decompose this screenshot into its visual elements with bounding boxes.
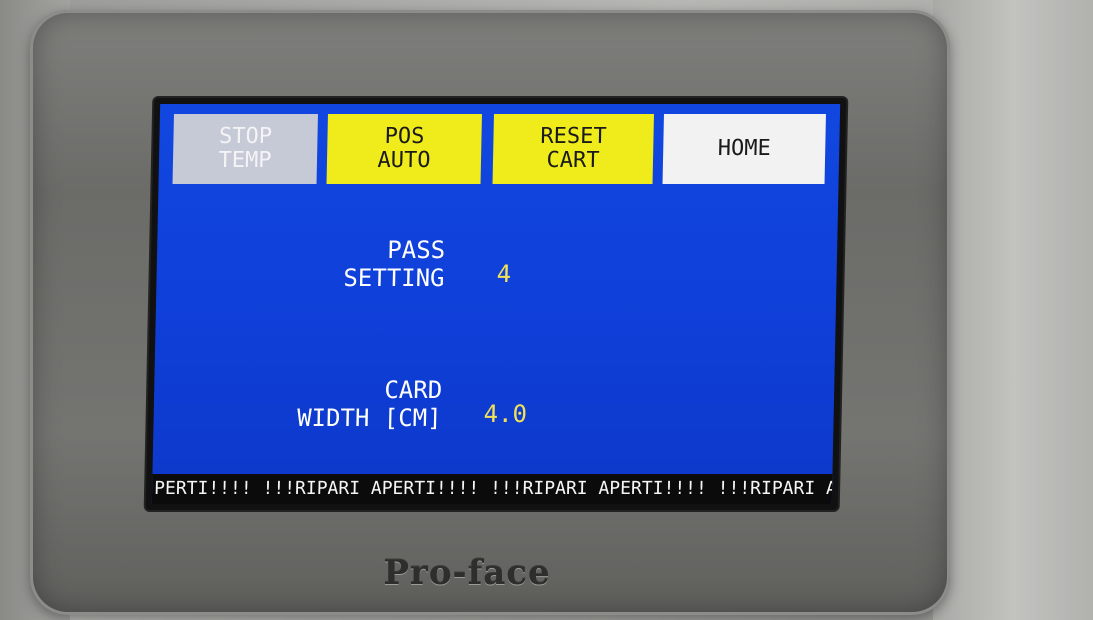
pass-setting-value[interactable]: 4 [496,260,511,288]
stop-temp-label-line1: STOP [218,124,273,149]
pos-auto-label-line2: AUTO [377,148,431,173]
pass-setting-label-line1: PASS [387,236,446,264]
reset-cart-button[interactable]: RESET CART [492,114,654,184]
reset-cart-label-line1: RESET [540,124,607,149]
home-label: HOME [717,136,772,161]
pass-setting-label: PASS SETTING [276,236,445,292]
pos-auto-button[interactable]: POS AUTO [326,114,482,184]
stop-temp-label-line2: TEMP [218,148,272,173]
card-width-label: CARD WIDTH [CM] [213,376,443,432]
hmi-screen: STOP TEMP POS AUTO RESET CART HOME PASS … [151,104,841,504]
alarm-ticker: PERTI!!!! !!!RIPARI APERTI!!!! !!!RIPARI… [151,474,833,504]
pro-face-logo: Pro-face [383,553,551,593]
wall-background-right [933,0,1093,620]
hmi-screen-frame: STOP TEMP POS AUTO RESET CART HOME PASS … [145,98,847,510]
reset-cart-label-line2: CART [546,148,600,173]
card-width-value[interactable]: 4.0 [483,400,527,428]
card-width-label-line1: CARD [384,376,443,404]
home-button[interactable]: HOME [662,114,826,184]
pos-auto-label-line1: POS [384,124,425,149]
card-width-label-line2: WIDTH [CM] [296,404,442,432]
stop-temp-button[interactable]: STOP TEMP [172,114,318,184]
pass-setting-label-line2: SETTING [343,264,445,292]
